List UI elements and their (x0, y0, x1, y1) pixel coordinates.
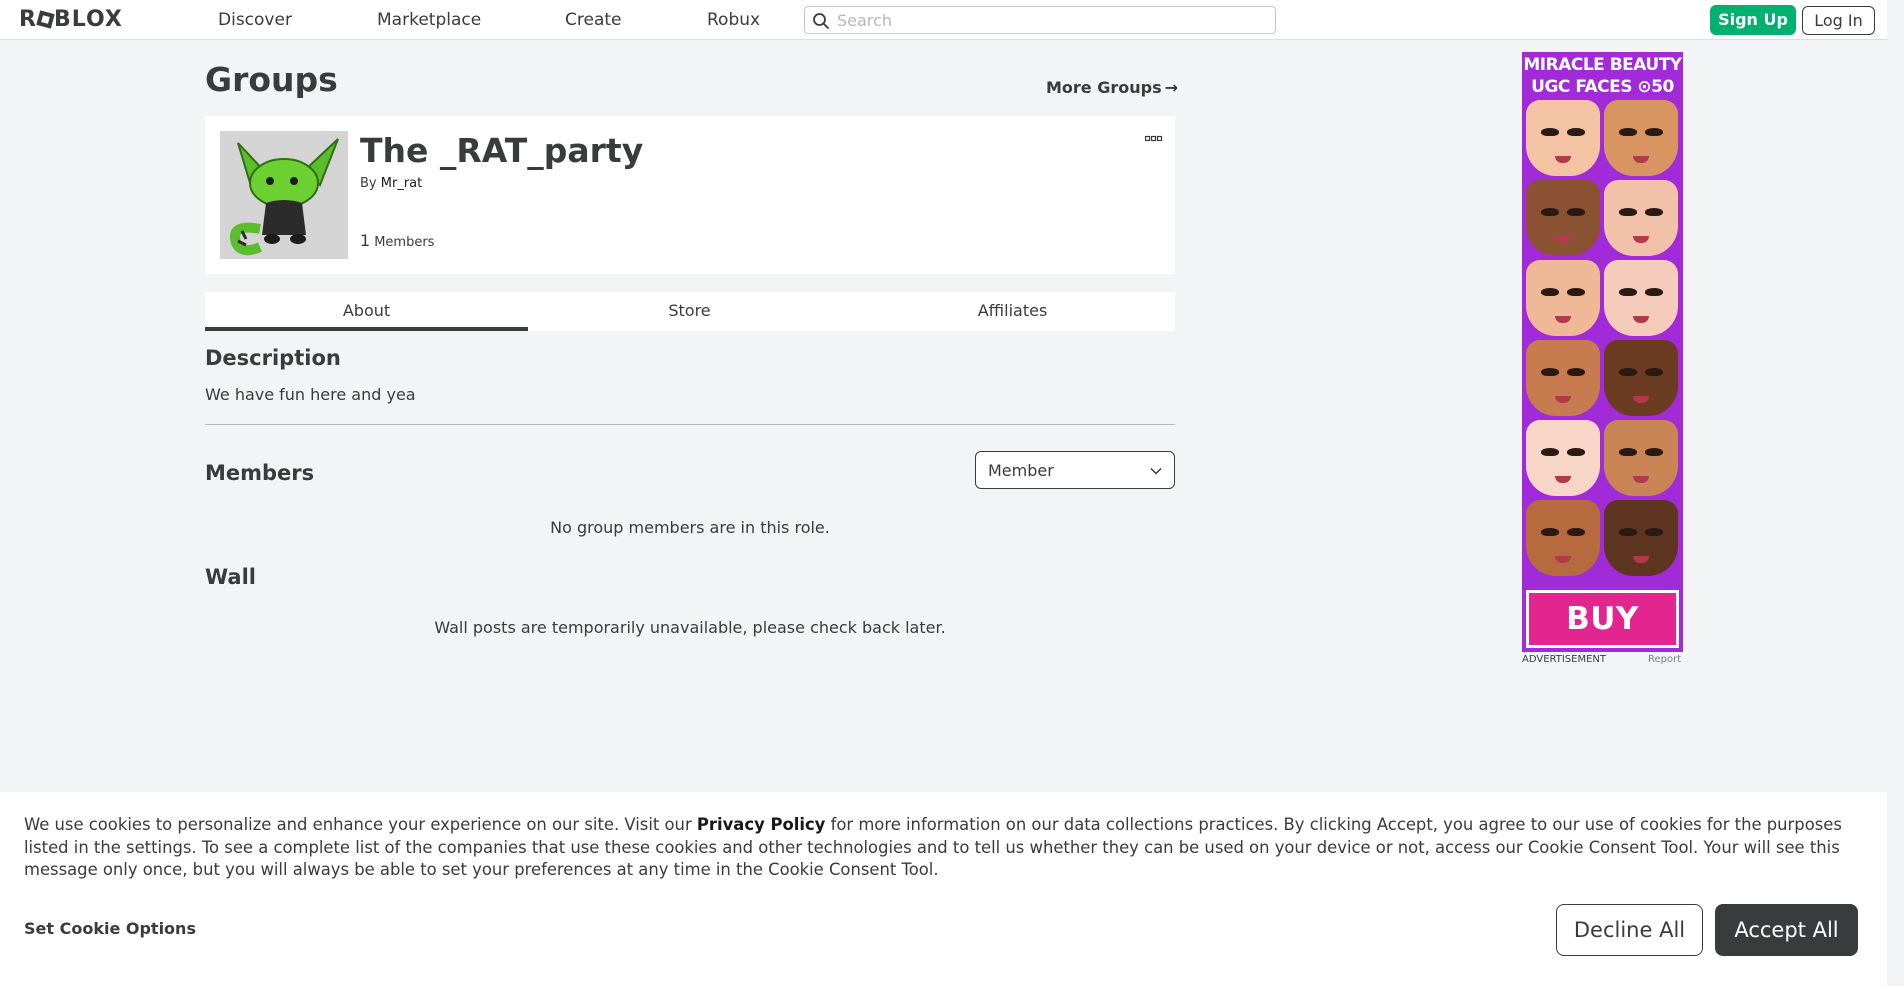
wall-heading: Wall (205, 565, 256, 589)
arrow-right-icon: → (1164, 78, 1179, 97)
ad-face-image (1526, 260, 1600, 336)
accept-all-button[interactable]: Accept All (1715, 904, 1858, 956)
nav-discover[interactable]: Discover (218, 10, 292, 30)
group-member-count: 1 Members (360, 231, 434, 250)
more-groups-link[interactable]: More Groups → (1046, 78, 1178, 97)
ad-face-image (1526, 420, 1600, 496)
roblox-logo[interactable]: R BLOX (19, 8, 123, 32)
top-navigation-bar: R BLOX Discover Marketplace Create Robux … (0, 0, 1904, 40)
cookie-consent-banner: We use cookies to personalize and enhanc… (0, 792, 1887, 986)
section-divider (205, 424, 1175, 425)
scrollbar[interactable] (1887, 0, 1904, 986)
cookie-message: We use cookies to personalize and enhanc… (24, 815, 1842, 879)
group-emblem-image (220, 131, 348, 259)
role-dropdown[interactable]: Member (975, 451, 1175, 489)
page-title: Groups (205, 60, 338, 99)
search-input[interactable] (837, 9, 1267, 31)
ad-face-image (1604, 420, 1678, 496)
tab-store[interactable]: Store (528, 292, 851, 331)
tab-affiliates[interactable]: Affiliates (851, 292, 1174, 331)
ad-face-image (1526, 100, 1600, 176)
search-icon (813, 13, 829, 29)
group-tabs: About Store Affiliates (205, 292, 1175, 331)
member-count-label: Members (374, 235, 435, 250)
ad-face-image (1526, 500, 1600, 576)
wall-unavailable-message: Wall posts are temporarily unavailable, … (434, 618, 946, 637)
ad-face-image (1604, 100, 1678, 176)
nav-robux[interactable]: Robux (707, 10, 760, 30)
ad-headline-line1: MIRACLE BEAUTY (1523, 55, 1682, 75)
description-heading: Description (205, 346, 341, 370)
chevron-down-icon (1150, 467, 1162, 475)
ad-price: 50 (1651, 77, 1674, 97)
ad-headline-line2: UGC FACES ⊙50 (1531, 77, 1674, 97)
privacy-policy-link[interactable]: Privacy Policy (697, 815, 825, 834)
ad-face-image (1604, 340, 1678, 416)
ad-face-image (1526, 180, 1600, 256)
more-groups-label: More Groups (1046, 78, 1162, 97)
ad-headline: MIRACLE BEAUTY UGC FACES ⊙50 (1522, 54, 1683, 98)
member-count-value: 1 (360, 231, 371, 250)
advertisement-label: ADVERTISEMENT (1522, 654, 1607, 665)
set-cookie-options-link[interactable]: Set Cookie Options (24, 919, 196, 938)
search-box[interactable] (804, 6, 1276, 34)
more-options-icon[interactable] (1144, 128, 1163, 147)
nav-create[interactable]: Create (565, 10, 622, 30)
members-heading: Members (205, 461, 315, 485)
ad-face-image (1526, 340, 1600, 416)
robux-icon: ⊙ (1637, 77, 1652, 97)
ad-face-image (1604, 500, 1678, 576)
group-name: The _RAT_party (360, 131, 644, 170)
sign-up-button[interactable]: Sign Up (1710, 5, 1796, 35)
by-prefix: By (360, 176, 377, 191)
group-header-card: The _RAT_party By Mr_rat 1 Members (205, 116, 1175, 274)
green-rat-character-emblem (220, 131, 348, 259)
role-dropdown-value: Member (988, 461, 1054, 480)
nav-marketplace[interactable]: Marketplace (377, 10, 481, 30)
tab-about[interactable]: About (205, 292, 528, 331)
ad-buy-now-button[interactable]: BUY NOW (1526, 590, 1679, 648)
group-owner-line: By Mr_rat (360, 176, 422, 191)
ad-face-image (1604, 260, 1678, 336)
description-text: We have fun here and yea (205, 385, 416, 404)
log-in-button[interactable]: Log In (1802, 6, 1875, 35)
decline-all-button[interactable]: Decline All (1556, 904, 1703, 956)
ad-face-image (1604, 180, 1678, 256)
members-empty-message: No group members are in this role. (550, 518, 830, 537)
group-owner-link[interactable]: Mr_rat (381, 176, 422, 191)
report-ad-link[interactable]: Report (1648, 654, 1681, 665)
advertisement-banner[interactable]: MIRACLE BEAUTY UGC FACES ⊙50 BUY NOW (1522, 52, 1683, 652)
